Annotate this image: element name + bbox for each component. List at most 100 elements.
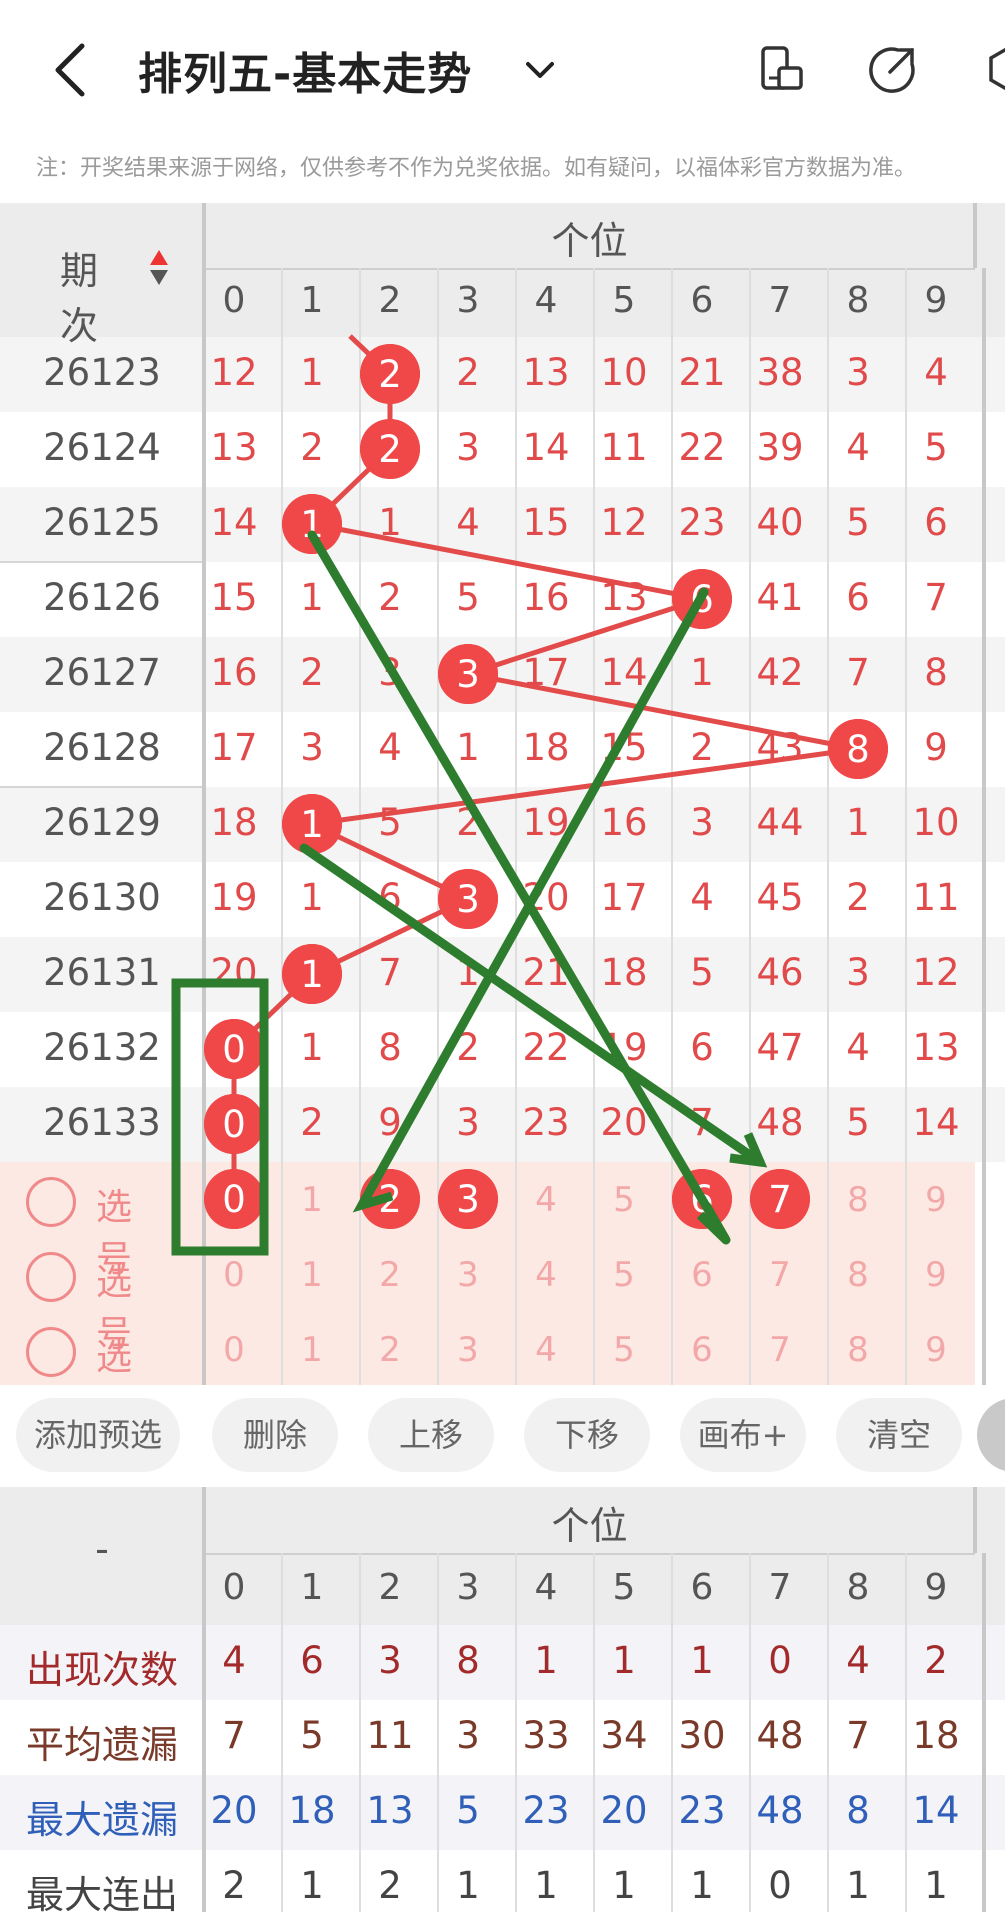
period-cell: 26129 <box>43 801 161 844</box>
app-header: 排列五-基本走势 <box>0 0 1005 135</box>
digit-header: 9 <box>924 280 948 321</box>
toolbar-button[interactable]: 清空 <box>836 1398 962 1472</box>
omission-cell: 14 <box>912 1101 960 1144</box>
pick-digit[interactable]: 1 <box>273 1255 351 1295</box>
toolbar-button[interactable]: 添加预选 <box>16 1398 180 1472</box>
omission-cell: 1 <box>300 576 324 619</box>
pick-digit[interactable]: 6 <box>663 1330 741 1370</box>
omission-cell: 12 <box>210 351 258 394</box>
omission-cell: 48 <box>756 1101 804 1144</box>
period-cell: 26123 <box>43 351 161 394</box>
omission-cell: 4 <box>846 426 870 469</box>
toolbar-button[interactable]: 删除 <box>212 1398 338 1472</box>
omission-cell: 42 <box>756 651 804 694</box>
winning-ball: 8 <box>828 719 888 779</box>
pick-digit[interactable]: 5 <box>585 1180 663 1220</box>
pick-ball-selected[interactable]: 3 <box>438 1169 498 1229</box>
sort-icon[interactable] <box>148 248 170 288</box>
screen-rotate-icon[interactable] <box>757 44 807 94</box>
digit-header: 3 <box>456 280 480 321</box>
omission-cell: 38 <box>756 351 804 394</box>
winning-ball: 1 <box>282 944 342 1004</box>
pick-digit[interactable]: 5 <box>585 1330 663 1370</box>
omission-cell: 12 <box>600 501 648 544</box>
grid-line <box>982 1553 986 1912</box>
pick-digit[interactable]: 7 <box>741 1255 819 1295</box>
omission-cell: 3 <box>456 1101 480 1144</box>
pick-digit[interactable]: 8 <box>819 1180 897 1220</box>
position-header: 个位 <box>551 219 628 263</box>
stats-value: 2 <box>378 1864 402 1907</box>
stats-value: 0 <box>768 1639 792 1682</box>
pick-radio[interactable] <box>26 1252 76 1302</box>
omission-cell: 4 <box>378 726 402 769</box>
pick-digit[interactable]: 3 <box>429 1255 507 1295</box>
omission-cell: 14 <box>522 426 570 469</box>
stats-row-label: 最大遗漏 <box>25 1798 178 1842</box>
grid-line <box>827 1553 829 1912</box>
share-icon[interactable] <box>868 44 918 94</box>
pick-digit[interactable]: 6 <box>663 1255 741 1295</box>
omission-cell: 3 <box>690 801 714 844</box>
omission-cell: 2 <box>300 426 324 469</box>
pick-digit[interactable]: 4 <box>507 1330 585 1370</box>
stats-value: 3 <box>456 1714 480 1757</box>
omission-cell: 23 <box>678 501 726 544</box>
pick-digit[interactable]: 8 <box>819 1255 897 1295</box>
omission-cell: 16 <box>210 651 258 694</box>
toolbar-button[interactable]: 下移 <box>524 1398 650 1472</box>
pick-digit[interactable]: 9 <box>897 1330 975 1370</box>
pick-digit[interactable]: 1 <box>273 1330 351 1370</box>
omission-cell: 19 <box>210 876 258 919</box>
pick-ball-selected[interactable]: 6 <box>672 1169 732 1229</box>
pick-digit[interactable]: 4 <box>507 1255 585 1295</box>
collapse-button[interactable] <box>977 1398 1005 1472</box>
digit-header: 0 <box>222 1567 246 1608</box>
omission-cell: 6 <box>924 501 948 544</box>
pick-radio[interactable] <box>26 1327 76 1377</box>
digit-header: 2 <box>378 1567 402 1608</box>
toolbar-button[interactable]: 画布+ <box>680 1398 806 1472</box>
pick-digit[interactable]: 2 <box>351 1255 429 1295</box>
pick-digit[interactable]: 5 <box>585 1255 663 1295</box>
stats-value: 20 <box>600 1789 648 1832</box>
toolbar-button[interactable]: 上移 <box>368 1398 494 1472</box>
pick-digit[interactable]: 8 <box>819 1330 897 1370</box>
grid-line <box>905 1553 907 1912</box>
omission-cell: 9 <box>378 1101 402 1144</box>
stats-value: 1 <box>924 1864 948 1907</box>
pick-digit[interactable]: 4 <box>507 1180 585 1220</box>
pick-digit[interactable]: 0 <box>195 1330 273 1370</box>
pick-digit[interactable]: 3 <box>429 1330 507 1370</box>
header-divider <box>204 1553 975 1555</box>
chevron-down-icon[interactable] <box>520 50 560 90</box>
pick-digit[interactable]: 9 <box>897 1255 975 1295</box>
omission-cell: 6 <box>378 876 402 919</box>
pick-radio[interactable] <box>26 1177 76 1227</box>
omission-cell: 3 <box>300 726 324 769</box>
omission-cell: 43 <box>756 726 804 769</box>
digit-header: 8 <box>846 1567 870 1608</box>
digit-header: 4 <box>534 280 558 321</box>
pick-digit[interactable]: 1 <box>273 1180 351 1220</box>
omission-cell: 12 <box>912 951 960 994</box>
period-cell: 26126 <box>43 576 161 619</box>
stats-row-label: 平均遗漏 <box>25 1723 178 1767</box>
settings-hex-icon[interactable] <box>985 44 1005 94</box>
omission-cell: 9 <box>924 726 948 769</box>
omission-cell: 14 <box>600 651 648 694</box>
pick-ball-selected[interactable]: 2 <box>360 1169 420 1229</box>
digit-header: 6 <box>690 280 714 321</box>
back-arrow-icon[interactable] <box>50 40 90 100</box>
digit-header: 7 <box>768 280 792 321</box>
pick-ball-selected[interactable]: 7 <box>750 1169 810 1229</box>
pick-digit[interactable]: 0 <box>195 1255 273 1295</box>
winning-ball: 2 <box>360 419 420 479</box>
stats-value: 1 <box>456 1864 480 1907</box>
pick-digit[interactable]: 2 <box>351 1330 429 1370</box>
stats-row-label: 出现次数 <box>25 1648 178 1692</box>
pick-digit[interactable]: 7 <box>741 1330 819 1370</box>
omission-cell: 18 <box>600 951 648 994</box>
pick-digit[interactable]: 9 <box>897 1180 975 1220</box>
pick-ball-selected[interactable]: 0 <box>204 1169 264 1229</box>
